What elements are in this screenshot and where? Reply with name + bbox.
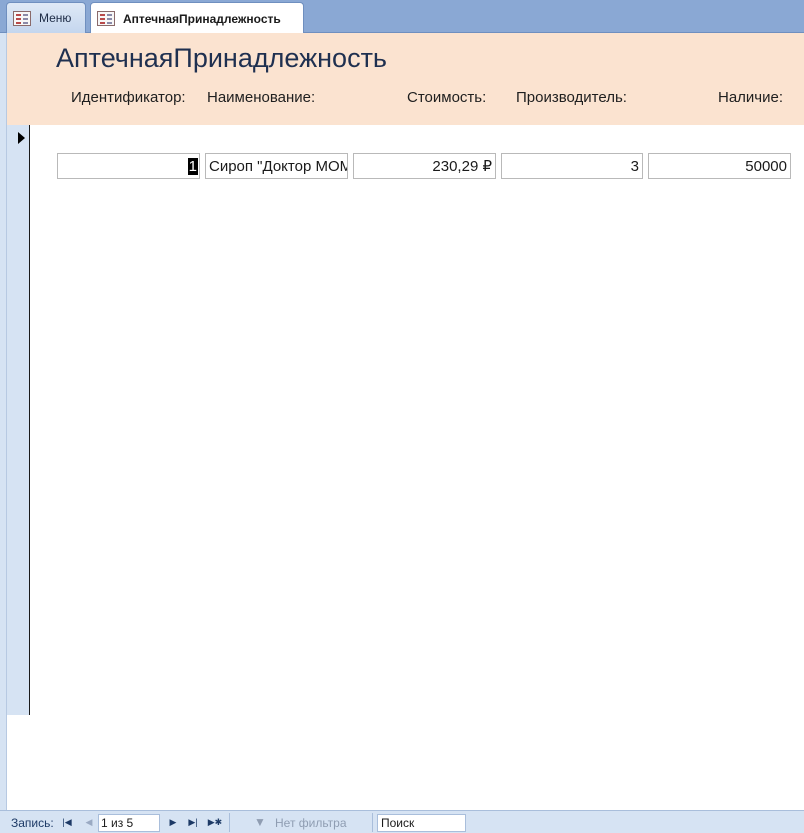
- form-icon: [97, 11, 115, 26]
- first-record-icon[interactable]: |◀: [60, 815, 74, 829]
- access-window: Меню АптечнаяПринадлежность АптечнаяПрин…: [0, 0, 804, 833]
- window-left-edge: [0, 33, 7, 810]
- availability-field[interactable]: 50000: [648, 153, 791, 179]
- search-input[interactable]: Поиск: [377, 814, 466, 832]
- current-record-arrow-icon: [18, 132, 25, 144]
- name-field[interactable]: Сироп "Доктор МОМ": [205, 153, 348, 179]
- form-header: АптечнаяПринадлежность Идентификатор: На…: [7, 33, 804, 125]
- tab-aptechnaya-prinadlezhnost[interactable]: АптечнаяПринадлежность: [90, 2, 304, 34]
- separator: [229, 813, 230, 832]
- identifier-value: 1: [187, 157, 198, 175]
- last-record-icon[interactable]: ▶|: [186, 815, 200, 829]
- tab-aptechnaya-label: АптечнаяПринадлежность: [123, 11, 281, 26]
- cost-field[interactable]: 230,29 ₽: [353, 153, 496, 179]
- separator: [372, 813, 373, 832]
- current-record-input[interactable]: 1 из 5: [98, 814, 160, 832]
- tab-menu[interactable]: Меню: [6, 2, 86, 33]
- filter-icon: ▼: [254, 815, 266, 829]
- document-tab-bar: Меню АптечнаяПринадлежность: [0, 0, 804, 34]
- form-icon: [13, 10, 31, 26]
- label-name: Наименование:: [207, 89, 316, 106]
- form-title: АптечнаяПринадлежность: [56, 43, 388, 73]
- record-navigation-bar: Запись: |◀ ◀ 1 из 5 ▶ ▶| ▶✱ ▼ Нет фильтр…: [0, 810, 804, 833]
- manufacturer-field[interactable]: 3: [501, 153, 643, 179]
- new-record-icon[interactable]: ▶✱: [207, 815, 223, 829]
- label-identifier: Идентификатор:: [71, 89, 186, 106]
- label-cost: Стоимость:: [407, 89, 487, 106]
- next-record-icon[interactable]: ▶: [166, 815, 180, 829]
- previous-record-icon[interactable]: ◀: [82, 815, 96, 829]
- label-availability: Наличие:: [718, 89, 784, 106]
- identifier-field[interactable]: 1: [57, 153, 200, 179]
- label-manufacturer: Производитель:: [516, 89, 627, 106]
- tab-menu-label: Меню: [39, 11, 72, 25]
- filter-toggle[interactable]: Нет фильтра: [275, 816, 347, 830]
- record-selector[interactable]: [7, 125, 30, 715]
- record-label: Запись:: [11, 816, 54, 830]
